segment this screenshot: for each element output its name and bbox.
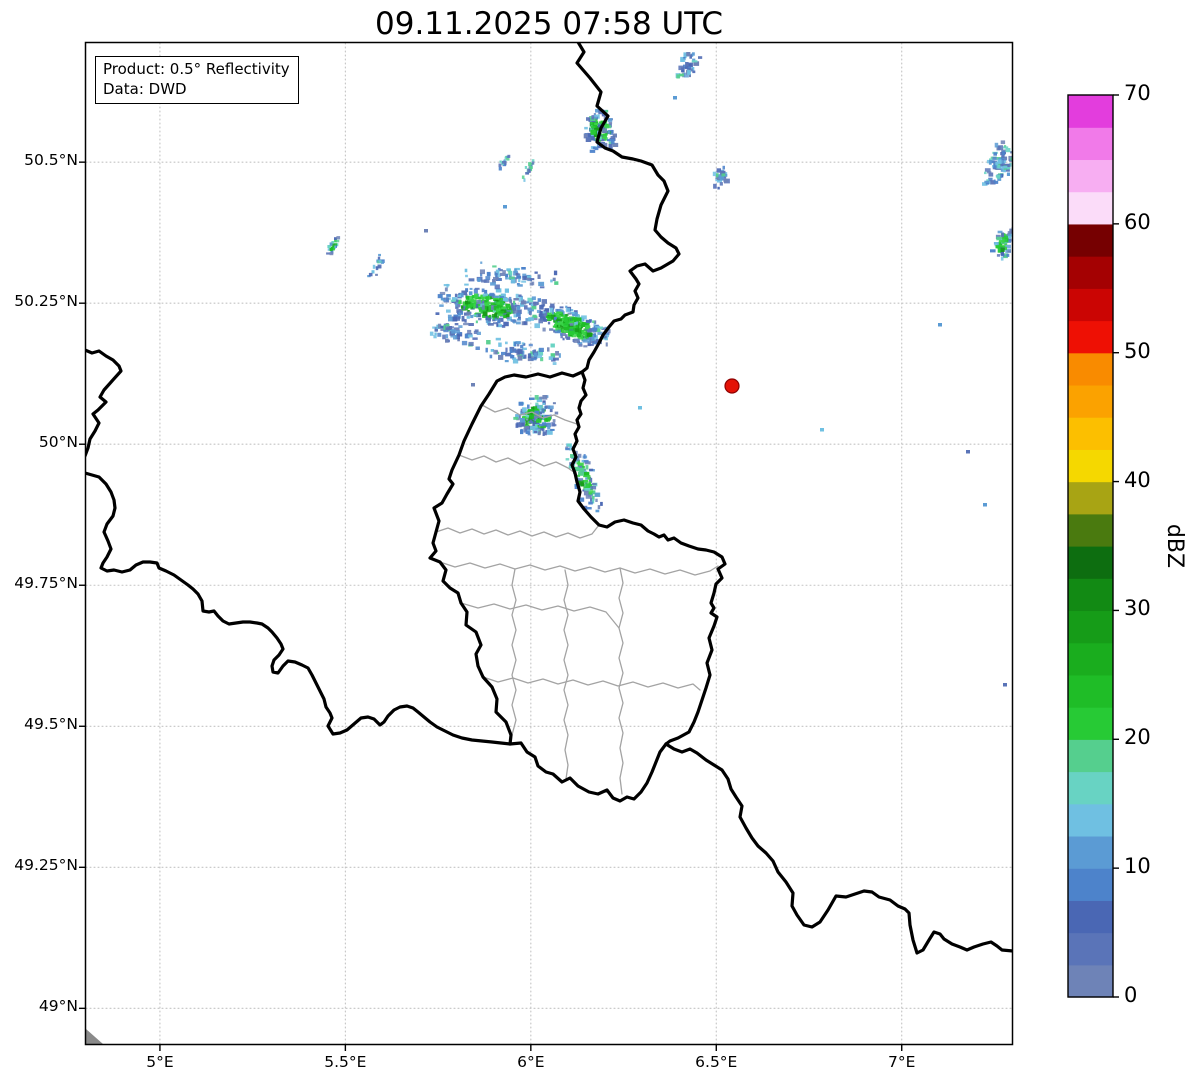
radar-echoes <box>326 52 1013 687</box>
colorbar-tick-label: 0 <box>1124 983 1138 1007</box>
x-tick-label: 5°E <box>146 1053 174 1071</box>
x-tick-label: 6.5°E <box>695 1053 738 1071</box>
colorbar-tick-label: 20 <box>1124 725 1151 750</box>
colorbar <box>1067 94 1119 998</box>
country-border <box>664 742 1013 955</box>
y-tick-label: 50.25°N <box>14 292 78 311</box>
product-annotation-box: Product: 0.5° Reflectivity Data: DWD <box>95 56 299 104</box>
country-border <box>85 348 123 458</box>
radar-figure: 09.11.2025 07:58 UTC Product: 0.5° Refle… <box>0 0 1202 1081</box>
y-tick-label: 49.75°N <box>14 574 78 593</box>
annotation-product-line: Product: 0.5° Reflectivity <box>103 60 290 78</box>
corner-patch <box>86 1029 103 1044</box>
colorbar-tick-label: 50 <box>1124 338 1151 363</box>
colorbar-axis-label: dBZ <box>1162 523 1188 569</box>
map-canvas <box>0 0 1202 1081</box>
canton-border <box>460 602 620 629</box>
y-tick-label: 50.5°N <box>24 151 78 170</box>
country-border <box>428 370 668 803</box>
colorbar-tick-label: 40 <box>1124 467 1151 492</box>
x-tick-label: 5.5°E <box>324 1053 367 1071</box>
y-tick-label: 49.5°N <box>24 715 78 734</box>
x-tick-label: 6°E <box>517 1053 545 1071</box>
colorbar-tick-label: 60 <box>1124 209 1151 234</box>
colorbar-tick-label: 70 <box>1124 81 1151 105</box>
canton-border <box>458 454 576 474</box>
country-border <box>570 370 727 746</box>
x-tick-label: 7°E <box>888 1053 916 1071</box>
y-tick-label: 49.25°N <box>14 856 78 875</box>
canton-border <box>618 567 624 795</box>
canton-border <box>563 569 569 780</box>
colorbar-tick-label: 10 <box>1124 854 1151 879</box>
y-tick-label: 50°N <box>38 433 78 452</box>
canton-border <box>510 568 517 745</box>
canton-border <box>435 524 600 539</box>
canton-border <box>439 561 719 576</box>
y-tick-label: 49°N <box>38 997 78 1016</box>
colorbar-tick-label: 30 <box>1124 596 1151 621</box>
annotation-data-line: Data: DWD <box>103 79 187 98</box>
country-border <box>85 471 512 746</box>
country-borders <box>85 42 1013 1044</box>
radar-station-marker <box>724 378 740 394</box>
